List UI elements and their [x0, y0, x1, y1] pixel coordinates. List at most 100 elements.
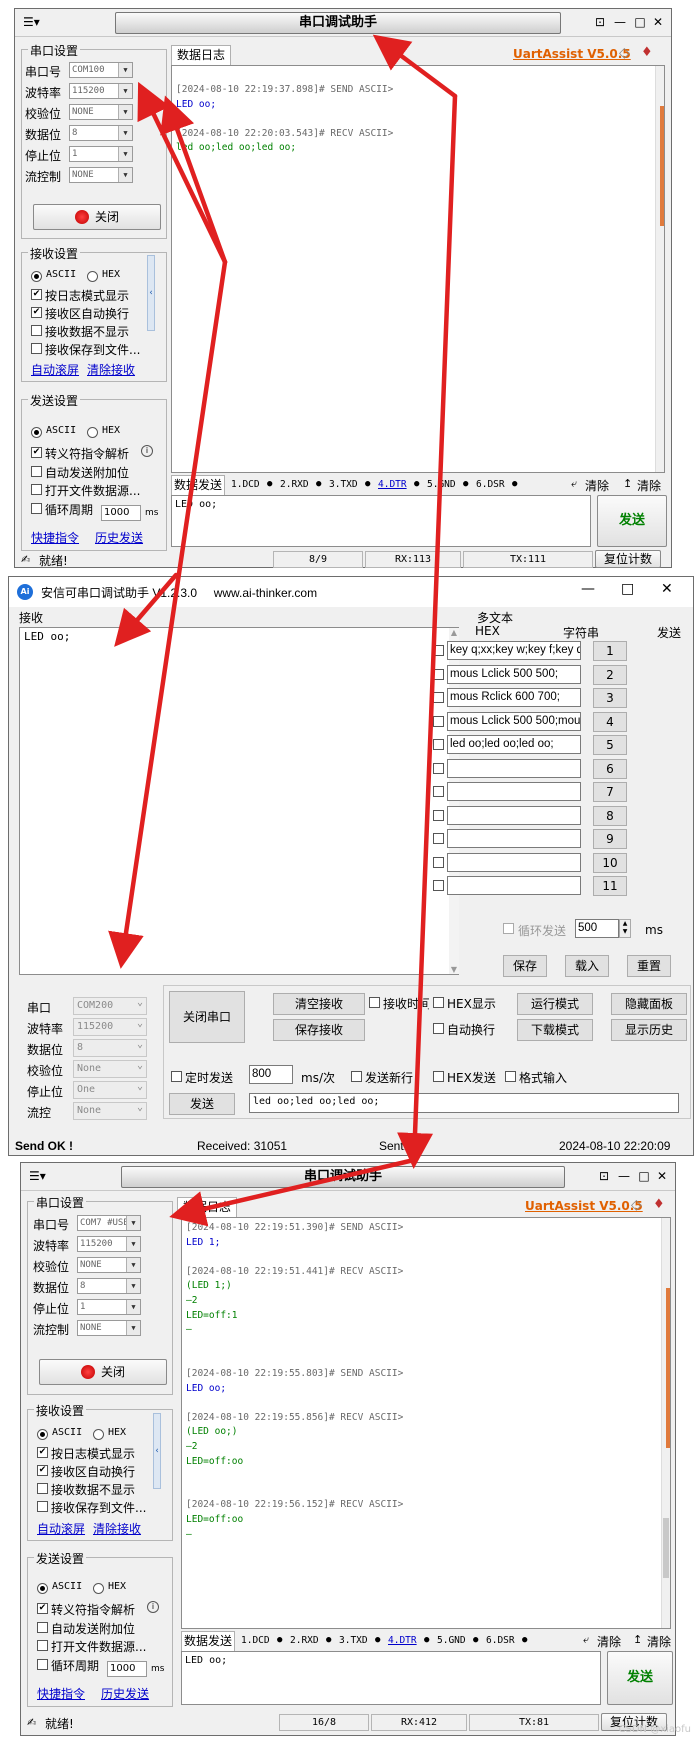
option-checkbox[interactable]	[31, 343, 42, 354]
brand-label[interactable]: UartAssist V5.0.5	[525, 1199, 643, 1213]
send-button[interactable]: 发送	[597, 495, 667, 547]
setting-dropdown[interactable]: NONE ▼	[77, 1257, 141, 1273]
send-newline-checkbox[interactable]	[351, 1071, 362, 1082]
maximize-icon[interactable]: □	[633, 14, 647, 30]
hex-send-checkbox[interactable]	[433, 1071, 444, 1082]
row-send-button[interactable]: 9	[593, 829, 627, 849]
setting-dropdown[interactable]: 8 ▼	[69, 125, 133, 141]
send-text-area[interactable]: LED oo;	[181, 1651, 601, 1705]
row-hex-checkbox[interactable]	[433, 645, 444, 656]
minimize-icon[interactable]: —	[581, 581, 595, 597]
clear-send-icon[interactable]: ⤶	[571, 477, 577, 491]
send-history-link[interactable]: 历史发送	[95, 529, 143, 546]
sidebar-collapse-handle[interactable]: ‹	[153, 1413, 161, 1489]
diamond-icon[interactable]: ◇	[631, 1197, 642, 1213]
show-history-button[interactable]: 显示历史	[611, 1019, 687, 1041]
pin-icon[interactable]: ⊡	[597, 1168, 611, 1184]
option-checkbox[interactable]	[37, 1501, 48, 1512]
close-icon[interactable]: ✕	[655, 1168, 669, 1184]
app-menu-icon[interactable]: ☰▾	[23, 15, 40, 29]
pin-indicator[interactable]: 6.DSR	[486, 1635, 515, 1646]
clear-b-label[interactable]: 清除	[647, 1633, 671, 1650]
option-checkbox[interactable]: ✔	[31, 289, 42, 300]
hide-panel-button[interactable]: 隐藏面板	[611, 993, 687, 1015]
recv-log-area[interactable]: [2024-08-10 22:19:51.390]# SEND ASCII> LE…	[181, 1217, 671, 1629]
log-scrollbar[interactable]	[655, 66, 664, 472]
recv-hex-radio[interactable]	[93, 1429, 104, 1440]
send-hex-radio[interactable]	[93, 1583, 104, 1594]
clear-all-icon[interactable]: ↥	[633, 1633, 642, 1646]
row-send-button[interactable]: 6	[593, 758, 627, 779]
row-hex-checkbox[interactable]	[433, 739, 444, 750]
recv-ascii-radio[interactable]	[31, 271, 42, 282]
option-checkbox[interactable]	[37, 1658, 48, 1670]
option-checkbox[interactable]	[31, 465, 42, 477]
send-hex-radio[interactable]	[87, 427, 98, 438]
row-string-input[interactable]	[447, 805, 581, 825]
send-text-area[interactable]: LED oo;	[171, 495, 591, 547]
quick-cmd-link[interactable]: 快捷指令	[37, 1685, 85, 1702]
info-icon[interactable]: i	[141, 445, 153, 457]
row-string-input[interactable]	[447, 829, 581, 848]
row-hex-checkbox[interactable]	[433, 833, 444, 844]
run-mode-button[interactable]: 运行模式	[517, 993, 593, 1015]
row-send-button[interactable]: 5	[593, 735, 627, 755]
option-checkbox[interactable]: ✔	[37, 1447, 48, 1458]
row-hex-checkbox[interactable]	[433, 668, 444, 680]
send-history-link[interactable]: 历史发送	[101, 1685, 149, 1702]
option-checkbox[interactable]	[37, 1640, 48, 1651]
row-send-button[interactable]: 8	[593, 805, 627, 826]
minimize-icon[interactable]: —	[613, 14, 627, 30]
pin-indicator[interactable]: 1.DCD	[241, 1635, 270, 1646]
setting-dropdown[interactable]: NONE ▼	[69, 167, 133, 183]
bell-icon[interactable]: ♦	[641, 45, 653, 60]
setting-dropdown[interactable]: NONE ▼	[77, 1320, 141, 1336]
send-button[interactable]: 发送	[607, 1651, 673, 1705]
log-tab[interactable]: 数据日志	[177, 1197, 237, 1217]
send-input[interactable]: led oo;led oo;led oo;	[249, 1093, 679, 1113]
reset-count-button[interactable]: 复位计数	[595, 550, 661, 568]
pin-indicator[interactable]: 5.GND	[427, 479, 456, 490]
clear-a-label[interactable]: 清除	[585, 477, 609, 494]
recv-log-area[interactable]: [2024-08-10 22:19:37.898]# SEND ASCII> LE…	[171, 65, 665, 473]
option-checkbox[interactable]	[31, 502, 42, 514]
pin-indicator[interactable]: 5.GND	[437, 1635, 466, 1646]
row-string-input[interactable]: led oo;led oo;led oo;	[447, 735, 581, 754]
log-scrollbar[interactable]	[661, 1218, 670, 1628]
maximize-icon[interactable]: □	[621, 581, 634, 597]
port-setting-dropdown[interactable]: COM200	[73, 996, 147, 1015]
send-button[interactable]: 发送	[169, 1093, 235, 1115]
row-send-button[interactable]: 10	[593, 852, 627, 873]
row-string-input[interactable]: mous Lclick 500 500;	[447, 664, 581, 684]
row-send-button[interactable]: 7	[593, 782, 627, 802]
clear-recv-button[interactable]: 清空接收	[273, 993, 365, 1015]
info-icon[interactable]: i	[147, 1601, 159, 1613]
send-tab[interactable]: 数据发送	[181, 1631, 235, 1651]
row-string-input[interactable]	[447, 782, 581, 801]
pin-indicator[interactable]: 3.TXD	[329, 479, 358, 490]
save-recv-button[interactable]: 保存接收	[273, 1019, 365, 1041]
row-hex-checkbox[interactable]	[433, 762, 444, 774]
row-send-button[interactable]: 2	[593, 664, 627, 685]
setting-dropdown[interactable]: 115200 ▼	[77, 1236, 141, 1252]
send-ascii-radio[interactable]	[31, 427, 42, 438]
option-checkbox[interactable]	[31, 325, 42, 336]
sidebar-collapse-handle[interactable]: ‹	[147, 255, 155, 331]
close-port-button[interactable]: 关闭	[39, 1359, 167, 1385]
setting-dropdown[interactable]: COM100 ▼	[69, 62, 133, 78]
clear-b-label[interactable]: 清除	[637, 477, 661, 494]
port-setting-dropdown[interactable]: 8	[73, 1038, 147, 1057]
row-string-input[interactable]: mous Lclick 500 500;mou	[447, 711, 581, 731]
loop-interval-spinner[interactable]: ▲ ▼	[619, 919, 631, 938]
option-checkbox[interactable]: ✔	[31, 447, 42, 458]
period-input[interactable]: 1000	[107, 1661, 147, 1677]
save-button[interactable]: 保存	[503, 955, 547, 977]
download-mode-button[interactable]: 下载模式	[517, 1019, 593, 1041]
close-port-button[interactable]: 关闭	[33, 204, 161, 230]
setting-dropdown[interactable]: COM7 #USB ▼	[77, 1215, 141, 1231]
port-setting-dropdown[interactable]: One	[73, 1080, 147, 1099]
row-send-button[interactable]: 1	[593, 641, 627, 661]
recv-time-checkbox[interactable]	[369, 997, 380, 1008]
load-button[interactable]: 载入	[565, 955, 609, 977]
setting-dropdown[interactable]: 1 ▼	[77, 1299, 141, 1315]
